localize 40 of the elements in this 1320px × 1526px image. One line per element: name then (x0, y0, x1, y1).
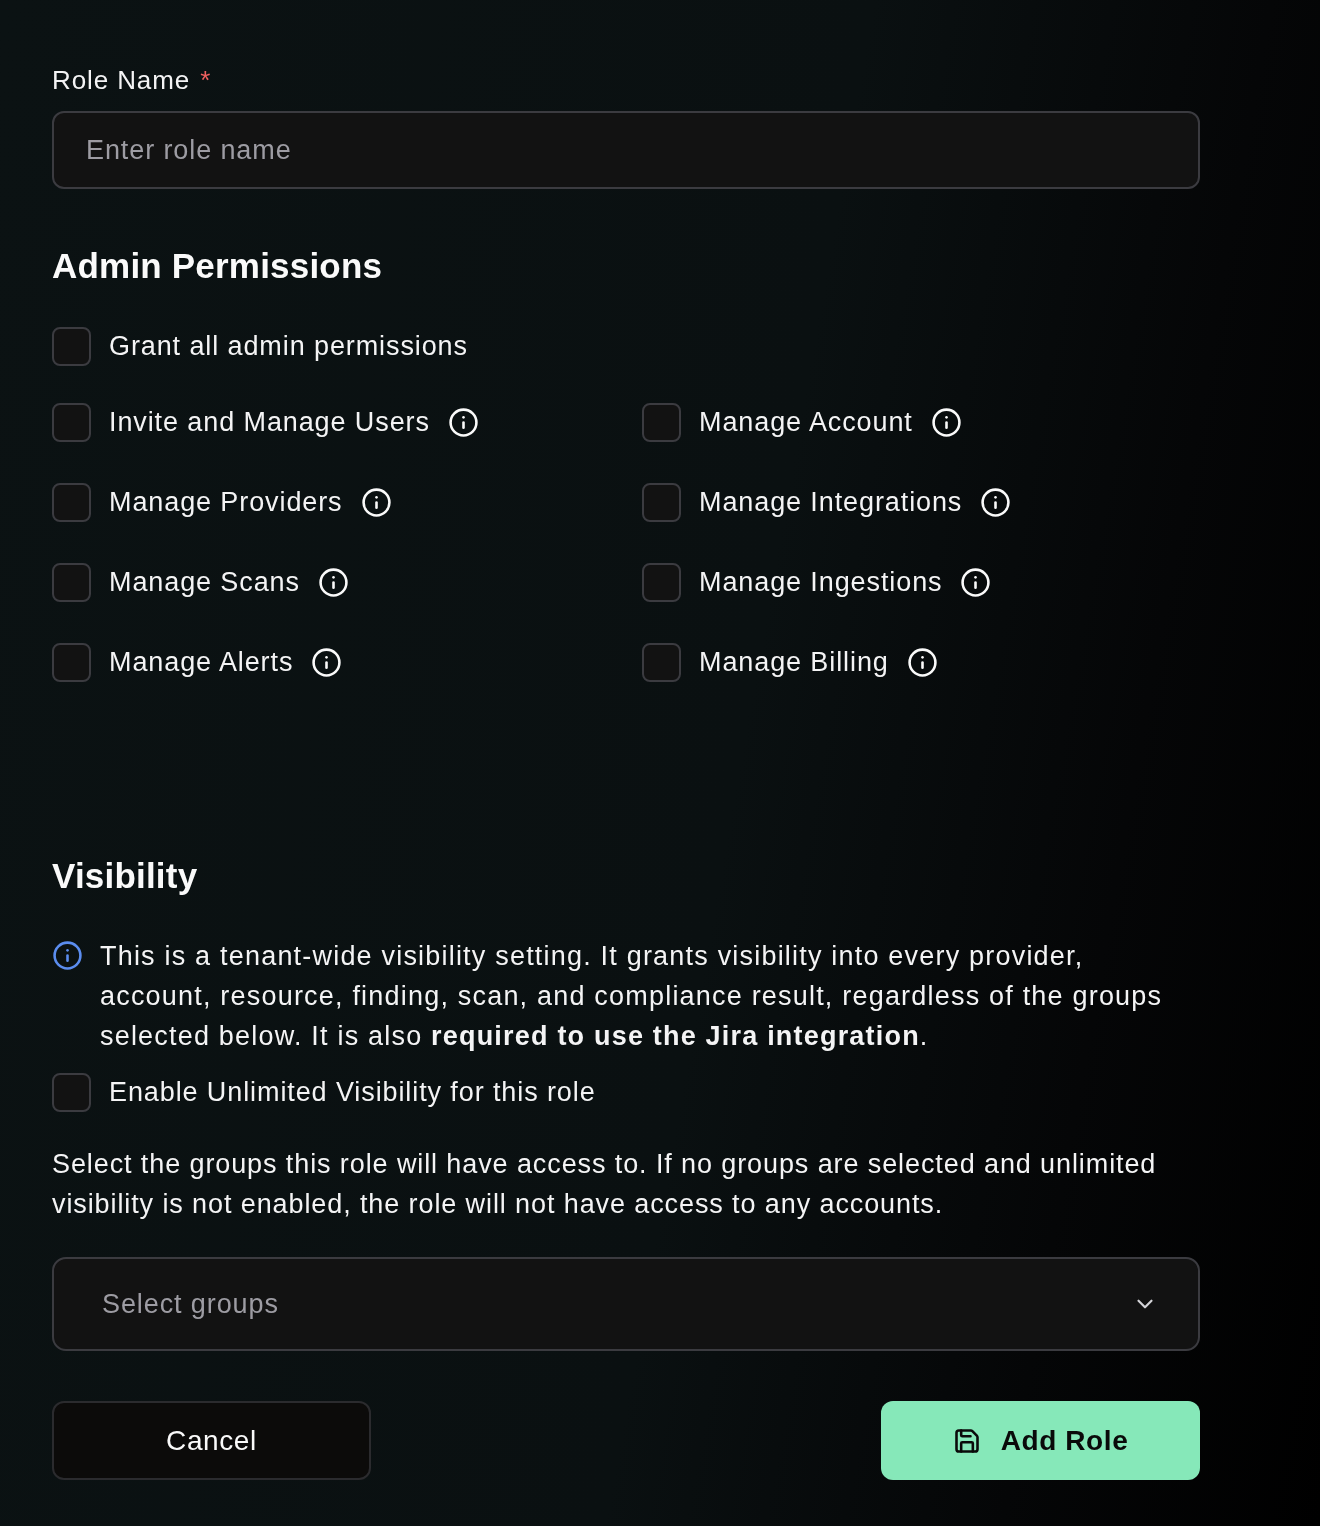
field-label: Role Name (52, 64, 191, 96)
permission-label: Invite and Manage Users (109, 406, 430, 439)
permission-label: Manage Providers (109, 486, 343, 519)
save-icon (952, 1426, 981, 1455)
permission-label: Manage Billing (699, 646, 889, 679)
info-icon[interactable] (447, 406, 479, 438)
checkbox[interactable] (642, 642, 681, 682)
checkbox[interactable] (642, 402, 681, 442)
info-icon[interactable] (311, 646, 343, 678)
checkbox[interactable] (52, 402, 91, 442)
info-icon (52, 940, 83, 971)
permission-label: Manage Alerts (109, 646, 294, 679)
info-text: This is a tenant-wide visibility setting. It grants visibility into every provider, account, resource, finding, scan, and compliance result, regardless of the groups selected below. It is also required to use the Jira integration. (100, 940, 1164, 1053)
permission-label: Manage Account (699, 406, 913, 439)
groups-select[interactable]: Select groups (52, 1257, 1200, 1351)
permission-label: Manage Scans (109, 566, 300, 599)
checkbox[interactable] (52, 1072, 91, 1112)
checkbox[interactable] (642, 562, 681, 602)
role-name-input[interactable]: Enter role name (52, 111, 1200, 189)
info-icon[interactable] (980, 486, 1012, 518)
description-text: Select the groups this role will have access to. If no groups are selected and unlimited visibility is not enabled, the role will not have access to any accounts. (52, 1148, 1158, 1221)
cancel-button[interactable]: Cancel (52, 1401, 371, 1480)
section-heading: Admin Permissions (52, 245, 383, 287)
checkbox[interactable] (52, 482, 91, 522)
info-icon[interactable] (930, 406, 962, 438)
info-icon[interactable] (960, 566, 992, 598)
checkbox-label: Grant all admin permissions (109, 330, 468, 363)
info-icon[interactable] (360, 486, 392, 518)
checkbox[interactable] (52, 326, 91, 366)
info-icon[interactable] (317, 566, 349, 598)
permission-label: Manage Integrations (699, 486, 963, 519)
checkbox[interactable] (642, 482, 681, 522)
section-heading: Visibility (52, 855, 198, 897)
required-mark: * (200, 64, 212, 96)
checkbox-label: Enable Unlimited Visibility for this role (109, 1076, 596, 1109)
add-role-button[interactable]: Add Role (881, 1401, 1200, 1480)
checkbox[interactable] (52, 642, 91, 682)
checkbox[interactable] (52, 562, 91, 602)
permission-label: Manage Ingestions (699, 566, 943, 599)
info-icon[interactable] (906, 646, 938, 678)
